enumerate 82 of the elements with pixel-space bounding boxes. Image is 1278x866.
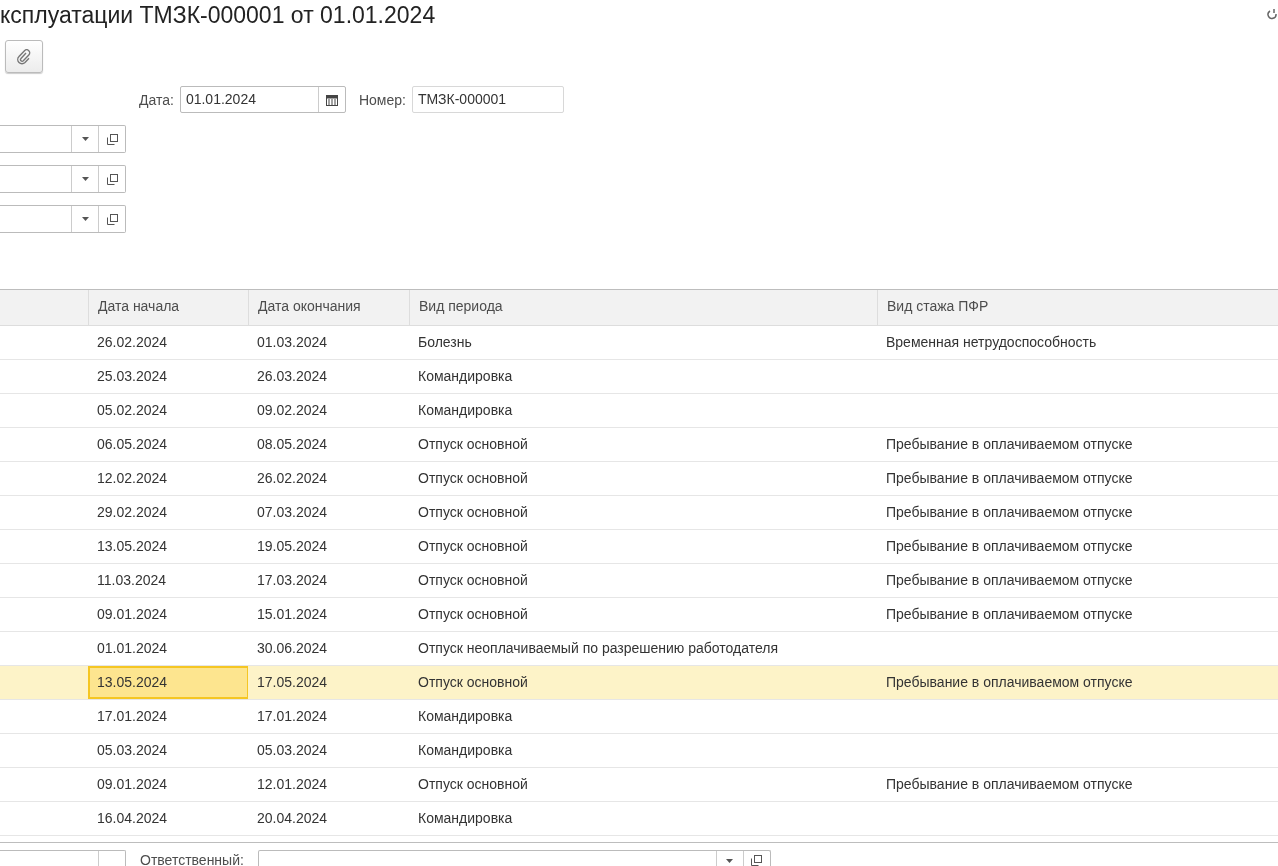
- table-cell-text: Пребывание в оплачиваемом отпуске: [885, 571, 1134, 590]
- table-cell-text: 11.03.2024: [96, 571, 168, 590]
- table-cell-text: Командировка: [417, 707, 514, 726]
- dropdown-arrow-icon[interactable]: [81, 137, 89, 141]
- table-cell-text: 15.01.2024: [256, 605, 329, 624]
- table-cell-text: 07.03.2024: [256, 503, 329, 522]
- window-title: ксплуатации ТМЗК-000001 от 01.01.2024: [0, 1, 436, 30]
- table-cell-text: 30.06.2024: [256, 639, 329, 658]
- table-cell-text: 01.03.2024: [256, 333, 329, 352]
- table-cell-text: Отпуск основной: [417, 605, 529, 624]
- table-cell: 13.05.2024: [88, 666, 248, 699]
- table-cell-text: Отпуск основной: [417, 571, 529, 590]
- dropdown-arrow-icon[interactable]: [726, 858, 734, 863]
- table-cell-text: Пребывание в оплачиваемом отпуске: [885, 605, 1134, 624]
- responsible-field[interactable]: [257, 850, 771, 866]
- table-cell-text: Командировка: [417, 401, 514, 420]
- column-header[interactable]: Вид периода: [409, 290, 877, 325]
- column-header[interactable]: Дата начала: [88, 290, 248, 325]
- table-cell-text: Отпуск основной: [417, 673, 529, 692]
- date-field[interactable]: 01.01.2024: [179, 86, 346, 113]
- table-cell-text: 17.05.2024: [256, 673, 329, 692]
- select-field[interactable]: [0, 205, 126, 233]
- table-cell-text: 25.03.2024: [96, 367, 169, 386]
- table-cell-text: 09.01.2024: [96, 605, 169, 624]
- open-window-icon[interactable]: [751, 855, 763, 866]
- table-cell-text: Отпуск основной: [417, 537, 529, 556]
- table-cell-text: Отпуск основной: [417, 503, 529, 522]
- column-header[interactable]: Дата окончания: [248, 290, 409, 325]
- table-cell-text: 17.03.2024: [256, 571, 329, 590]
- dropdown-arrow-icon[interactable]: [81, 217, 89, 221]
- link-icon[interactable]: [1266, 8, 1278, 21]
- table-cell-text: 26.02.2024: [256, 469, 329, 488]
- table-cell-text: 05.03.2024: [256, 741, 329, 760]
- table-cell-text: 19.05.2024: [256, 537, 329, 556]
- table-cell-text: 26.03.2024: [256, 367, 329, 386]
- table-cell-text: Пребывание в оплачиваемом отпуске: [885, 435, 1134, 454]
- table-cell-text: 09.02.2024: [256, 401, 329, 420]
- table-cell-text: Болезнь: [417, 333, 473, 352]
- open-window-icon[interactable]: [106, 133, 118, 145]
- table-cell-text: Командировка: [417, 741, 514, 760]
- table-cell-text: Командировка: [417, 809, 514, 828]
- table-cell-text: 12.02.2024: [96, 469, 169, 488]
- table-cell-text: Отпуск основной: [417, 775, 529, 794]
- table-cell-text: 12.01.2024: [256, 775, 329, 794]
- responsible-label: Ответственный:: [140, 852, 244, 866]
- number-field[interactable]: ТМЗК-000001: [411, 86, 564, 113]
- table-cell-text: 17.01.2024: [96, 707, 169, 726]
- table-cell-text: 17.01.2024: [256, 707, 329, 726]
- table-cell-text: Пребывание в оплачиваемом отпуске: [885, 469, 1134, 488]
- select-field[interactable]: [0, 125, 126, 153]
- table-cell-text: 09.01.2024: [96, 775, 169, 794]
- date-label: Дата:: [139, 91, 174, 108]
- table-cell-text: 26.02.2024: [96, 333, 169, 352]
- table-cell-text: 05.02.2024: [96, 401, 169, 420]
- table-cell-text: Отпуск основной: [417, 469, 529, 488]
- calendar-icon[interactable]: [325, 93, 338, 106]
- dropdown-arrow-icon[interactable]: [81, 177, 89, 181]
- table-cell-text: Пребывание в оплачиваемом отпуске: [885, 537, 1134, 556]
- table-cell-text: 08.05.2024: [256, 435, 329, 454]
- table-cell-text: 01.01.2024: [96, 639, 169, 658]
- table-cell-text: 20.04.2024: [256, 809, 329, 828]
- open-window-icon[interactable]: [106, 173, 118, 185]
- column-header[interactable]: Вид стажа ПФР: [877, 290, 1278, 325]
- table-cell-text: 05.03.2024: [96, 741, 169, 760]
- partial-field[interactable]: [0, 850, 126, 866]
- table-cell-text: 06.05.2024: [96, 435, 169, 454]
- table-cell-text: 16.04.2024: [96, 809, 169, 828]
- table-cell-text: 13.05.2024: [96, 537, 169, 556]
- table-cell-text: Командировка: [417, 367, 514, 386]
- table-cell-text: Временная нетрудоспособность: [885, 333, 1098, 352]
- table-cell-text: Отпуск неоплачиваемый по разрешению работодателя: [417, 639, 780, 658]
- table-cell-text: Пребывание в оплачиваемом отпуске: [885, 775, 1134, 794]
- select-field[interactable]: [0, 165, 126, 193]
- table-cell-text: Отпуск основной: [417, 435, 529, 454]
- paperclip-icon: [16, 48, 32, 65]
- open-window-icon[interactable]: [106, 213, 118, 225]
- table-cell-text: Пребывание в оплачиваемом отпуске: [885, 673, 1134, 692]
- attach-button[interactable]: [5, 40, 43, 73]
- table-row[interactable]: 13.05.2024 17.05.2024 Отпуск основной Пребывание в оплачиваемом отпуске: [0, 666, 1278, 700]
- number-label: Номер:: [358, 91, 406, 108]
- table-cell-text: 29.02.2024: [96, 503, 169, 522]
- table-cell-text: Пребывание в оплачиваемом отпуске: [885, 503, 1134, 522]
